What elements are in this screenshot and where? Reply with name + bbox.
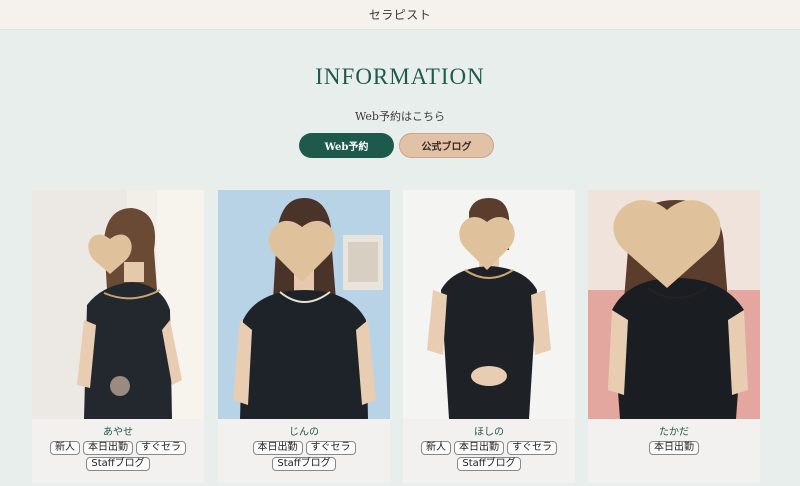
top-nav-bar: セラピスト	[0, 0, 800, 30]
web-reservation-button[interactable]: Web予約	[299, 133, 394, 158]
tag-badge: 本日出勤	[252, 441, 303, 455]
therapist-photo[interactable]	[32, 190, 204, 419]
nav-link-therapist[interactable]: セラピスト	[369, 6, 432, 23]
therapist-photo[interactable]	[403, 190, 575, 419]
tag-badge: 本日出勤	[454, 441, 504, 455]
tag-list: 新人 本日出勤 すぐセラ Staffブログ	[407, 441, 571, 471]
reservation-subtitle: Web予約はこちら	[355, 110, 445, 123]
tag-badge[interactable]: Staffブログ	[272, 457, 336, 471]
therapist-name[interactable]: ほしの	[403, 423, 575, 438]
therapist-card[interactable]: ほしの 新人 本日出勤 すぐセラ Staffブログ	[403, 190, 575, 483]
therapist-photo[interactable]	[588, 190, 760, 419]
tag-list: 本日出勤	[592, 441, 756, 455]
tag-list: 新人 本日出勤 すぐセラ Staffブログ	[36, 441, 200, 471]
therapist-name[interactable]: じんの	[218, 423, 390, 438]
therapist-photo[interactable]	[218, 190, 390, 419]
tag-badge: 本日出勤	[83, 441, 133, 455]
tag-badge: 新人	[421, 441, 451, 455]
tag-badge: 新人	[50, 441, 80, 455]
tag-badge: すぐセラ	[136, 441, 186, 455]
therapist-name[interactable]: あやせ	[32, 423, 204, 438]
tag-badge: 本日出勤	[649, 441, 699, 455]
therapist-card[interactable]: たかだ 本日出勤	[588, 190, 760, 483]
section-title: INFORMATION	[315, 64, 485, 89]
therapist-card[interactable]: あやせ 新人 本日出勤 すぐセラ Staffブログ	[32, 190, 204, 483]
tag-badge: すぐセラ	[507, 441, 557, 455]
tag-badge[interactable]: Staffブログ	[457, 457, 521, 471]
tag-badge[interactable]: Staffブログ	[86, 457, 150, 471]
tag-badge: すぐセラ	[305, 441, 356, 455]
therapist-card[interactable]: じんの 本日出勤 すぐセラ Staffブログ	[218, 190, 390, 483]
official-blog-button[interactable]: 公式ブログ	[399, 133, 494, 158]
therapist-name[interactable]: たかだ	[588, 423, 760, 438]
tag-list: 本日出勤 すぐセラ Staffブログ	[222, 441, 386, 471]
